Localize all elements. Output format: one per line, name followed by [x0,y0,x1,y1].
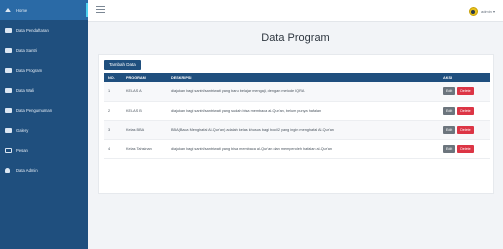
table-row: 4 Kelas Tahsinan diajukan bagi santri/sa… [104,139,490,158]
row-number: 4 [108,146,111,151]
sidebar-item-data-wali[interactable]: Data Wali [0,80,88,100]
folder-icon [5,107,12,113]
user-icon [5,167,10,173]
sidebar-item-data-pendaftaran[interactable]: Data Pendaftaran [0,20,88,40]
sidebar-item-data-admin[interactable]: Data Admin [0,160,88,180]
column-header-deskripsi: DESKRIPSI [171,75,192,80]
row-program: Kelas BBA [126,127,145,132]
row-description: BBA(Baca Menghafal Al-Qur'an) adalah kel… [171,127,334,132]
row-program: Kelas Tahsinan [126,146,152,151]
sidebar-item-label: Data Pengumuman [16,107,53,113]
row-description: diajukan bagi santri/santriwati yang bis… [171,146,333,151]
topbar: admin ▾ [88,0,503,22]
row-number: 1 [108,89,111,94]
monitor-icon [5,27,12,33]
column-header-no: NO. [108,75,115,80]
sidebar-item-data-program[interactable]: Data Program [0,60,88,80]
sidebar-item-data-pengumuman[interactable]: Data Pengumuman [0,100,88,120]
sidebar: Home Data Pendaftaran Data Santri Data P… [0,0,88,249]
hamburger-menu-icon[interactable] [96,6,105,13]
sidebar-item-label: Data Program [16,67,43,73]
row-actions: Edit Delete [439,101,490,120]
user-menu[interactable]: admin ▾ [468,7,495,16]
folder-icon [5,87,12,93]
sidebar-item-data-santri[interactable]: Data Santri [0,40,88,60]
table-header-row: NO. PROGRAM DESKRIPSI AKSI [104,73,490,82]
row-actions: Edit Delete [439,139,490,158]
page-title: Data Program [261,32,330,44]
column-header-program: PROGRAM [126,75,146,80]
table-row: 3 Kelas BBA BBA(Baca Menghafal Al-Qur'an… [104,120,490,139]
delete-button[interactable]: Delete [457,125,474,134]
avatar [468,7,478,16]
sidebar-item-label: Pesan [16,147,28,153]
edit-button[interactable]: Edit [443,144,456,153]
edit-button[interactable]: Edit [443,125,456,134]
row-description: diajukan bagi santri/santriwati yang bar… [171,89,305,94]
data-panel: Tambah Data NO. PROGRAM DESKRIPSI AKSI 1… [98,54,494,194]
program-table: NO. PROGRAM DESKRIPSI AKSI 1 KELAS A dia… [104,73,490,159]
row-actions: Edit Delete [439,120,490,139]
image-icon [5,127,12,133]
sidebar-item-galery[interactable]: Galery [0,120,88,140]
sidebar-item-label: Data Admin [16,167,38,173]
row-actions: Edit Delete [439,82,490,101]
delete-button[interactable]: Delete [457,144,474,153]
add-data-button[interactable]: Tambah Data [104,60,141,70]
main-content: Data Program Tambah Data NO. PROGRAM DES… [88,22,503,249]
row-program: KELAS B [126,108,142,113]
column-header-aksi: AKSI [443,75,453,80]
delete-button[interactable]: Delete [457,106,474,115]
row-number: 2 [108,108,111,113]
monitor-icon [5,47,12,53]
sidebar-item-label: Data Pendaftaran [16,27,49,33]
sidebar-item-label: Data Wali [16,87,34,93]
card-icon [5,147,12,153]
folder-icon [5,67,12,73]
table-row: 1 KELAS A diajukan bagi santri/santriwat… [104,82,490,101]
row-number: 3 [108,127,111,132]
edit-button[interactable]: Edit [443,106,456,115]
user-menu-label: admin ▾ [480,9,495,14]
sidebar-item-label: Galery [16,127,29,133]
row-program: KELAS A [126,89,142,94]
sidebar-item-pesan[interactable]: Pesan [0,140,88,160]
home-icon [5,8,11,12]
delete-button[interactable]: Delete [457,87,474,96]
edit-button[interactable]: Edit [443,87,456,96]
row-description: diajukan bagi santri/santriwati yang sud… [171,108,322,113]
sidebar-item-label: Home [16,7,28,13]
sidebar-item-label: Data Santri [16,47,37,53]
sidebar-item-home[interactable]: Home [0,0,88,20]
table-row: 2 KELAS B diajukan bagi santri/santriwat… [104,101,490,120]
